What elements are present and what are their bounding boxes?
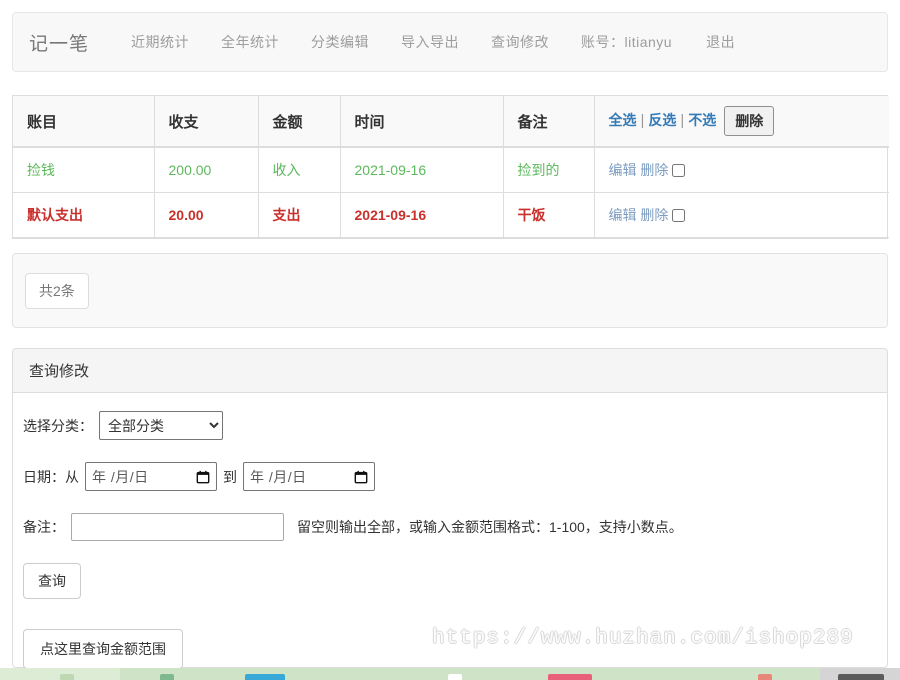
date-from-field[interactable]: 年 /月/日	[85, 462, 217, 491]
navbar-brand[interactable]: 记一笔	[29, 29, 89, 56]
cell-name: 捡钱	[13, 147, 155, 193]
separator-1: |	[640, 111, 645, 129]
row-edit-link[interactable]: 编辑	[609, 207, 637, 223]
invert-selection-link[interactable]: 反选	[648, 112, 676, 128]
row-select-checkbox[interactable]	[672, 208, 686, 222]
nav-import-export[interactable]: 导入导出	[385, 32, 475, 52]
cell-date: 2021-09-16	[340, 147, 504, 193]
query-panel-title: 查询修改	[13, 349, 887, 393]
taskbar-icon[interactable]	[245, 674, 285, 680]
col-header-amount: 金额	[258, 96, 341, 148]
nav-account-label: 账号：litianyu	[581, 34, 673, 50]
app-page: 记一笔 近期统计 全年统计 分类编辑 导入导出 查询修改 账号：litianyu…	[0, 0, 900, 680]
date-label: 日期：从	[23, 468, 79, 485]
records-table-container: 账目 收支 金额 时间 备注 全选 | 反选 | 不选 删除 捡钱 200.00 收入 2…	[12, 95, 889, 239]
bulk-delete-button[interactable]: 删除	[724, 106, 775, 136]
navbar: 记一笔 近期统计 全年统计 分类编辑 导入导出 查询修改 账号：litianyu…	[12, 12, 888, 72]
amount-range-row: 点这里查询金额范围	[23, 629, 871, 669]
date-to-text: 年 /月/日	[250, 468, 307, 485]
cell-name: 默认支出	[13, 192, 155, 238]
taskbar-segment	[120, 668, 820, 680]
table-row: 默认支出 20.00 支出 2021-09-16 干饭 编辑 删除	[13, 192, 889, 238]
nav-logout[interactable]: 退出	[690, 32, 751, 52]
row-delete-link[interactable]: 删除	[640, 162, 668, 178]
row-select-checkbox[interactable]	[672, 163, 686, 177]
query-panel: 查询修改 选择分类： 全部分类 日期：从 年 /月/日 到 年 /月/日 备注：…	[12, 348, 888, 669]
col-header-date: 时间	[340, 96, 504, 148]
nav-query-edit[interactable]: 查询修改	[475, 32, 565, 52]
taskbar-icon[interactable]	[448, 674, 462, 680]
query-button[interactable]: 查询	[23, 563, 81, 599]
cell-amount: 200.00	[154, 147, 259, 193]
calendar-icon[interactable]	[196, 470, 210, 484]
col-header-operations: 全选 | 反选 | 不选 删除	[594, 96, 889, 148]
desktop-taskbar-strip	[0, 668, 900, 680]
cell-note: 干饭	[503, 192, 595, 238]
cell-note: 捡到的	[503, 147, 595, 193]
amount-range-query-button[interactable]: 点这里查询金额范围	[23, 629, 183, 669]
taskbar-icon[interactable]	[758, 674, 772, 680]
records-table-head: 账目 收支 金额 时间 备注 全选 | 反选 | 不选 删除	[13, 96, 889, 148]
nav-yearly-stats[interactable]: 全年统计	[205, 32, 295, 52]
cell-date: 2021-09-16	[340, 192, 504, 238]
query-panel-body: 选择分类： 全部分类 日期：从 年 /月/日 到 年 /月/日 备注： 留空则输…	[13, 393, 887, 669]
category-select[interactable]: 全部分类	[99, 411, 223, 440]
select-none-link[interactable]: 不选	[688, 112, 716, 128]
date-from-text: 年 /月/日	[92, 468, 149, 485]
taskbar-icon[interactable]	[838, 674, 884, 680]
records-table: 账目 收支 金额 时间 备注 全选 | 反选 | 不选 删除 捡钱 200.00 收入 2…	[13, 96, 889, 238]
date-to-field[interactable]: 年 /月/日	[243, 462, 375, 491]
taskbar-icon[interactable]	[60, 674, 74, 680]
separator-2: |	[680, 111, 685, 129]
nav-category-edit[interactable]: 分类编辑	[295, 32, 385, 52]
note-label: 备注：	[23, 519, 65, 535]
row-delete-link[interactable]: 删除	[640, 207, 668, 223]
nav-recent-stats[interactable]: 近期统计	[115, 32, 205, 52]
col-header-type: 收支	[154, 96, 259, 148]
note-input[interactable]	[71, 513, 284, 541]
query-button-row: 查询	[23, 563, 871, 599]
category-label: 选择分类：	[23, 417, 93, 434]
total-count-badge[interactable]: 共2条	[25, 272, 89, 309]
cell-operations: 编辑 删除	[594, 192, 889, 238]
col-header-note: 备注	[503, 96, 595, 148]
date-row: 日期：从 年 /月/日 到 年 /月/日	[23, 462, 871, 491]
date-range-separator: 到	[223, 468, 237, 485]
table-row: 捡钱 200.00 收入 2021-09-16 捡到的 编辑 删除	[13, 147, 889, 193]
select-all-link[interactable]: 全选	[609, 112, 637, 128]
cell-type: 收入	[258, 147, 341, 193]
cell-amount: 20.00	[154, 192, 259, 238]
note-hint-text: 留空则输出全部，或输入金额范围格式：1-100，支持小数点。	[297, 519, 683, 535]
calendar-icon[interactable]	[354, 470, 368, 484]
records-table-body: 捡钱 200.00 收入 2021-09-16 捡到的 编辑 删除 默认支出 2…	[13, 147, 889, 238]
cell-operations: 编辑 删除	[594, 147, 889, 193]
table-header-row: 账目 收支 金额 时间 备注 全选 | 反选 | 不选 删除	[13, 96, 889, 148]
taskbar-icon[interactable]	[548, 674, 592, 680]
taskbar-icon[interactable]	[160, 674, 174, 680]
category-row: 选择分类： 全部分类	[23, 411, 871, 440]
col-header-name: 账目	[13, 96, 155, 148]
cell-type: 支出	[258, 192, 341, 238]
note-row: 备注： 留空则输出全部，或输入金额范围格式：1-100，支持小数点。	[23, 513, 871, 541]
record-count-panel: 共2条	[12, 253, 888, 328]
row-edit-link[interactable]: 编辑	[609, 162, 637, 178]
